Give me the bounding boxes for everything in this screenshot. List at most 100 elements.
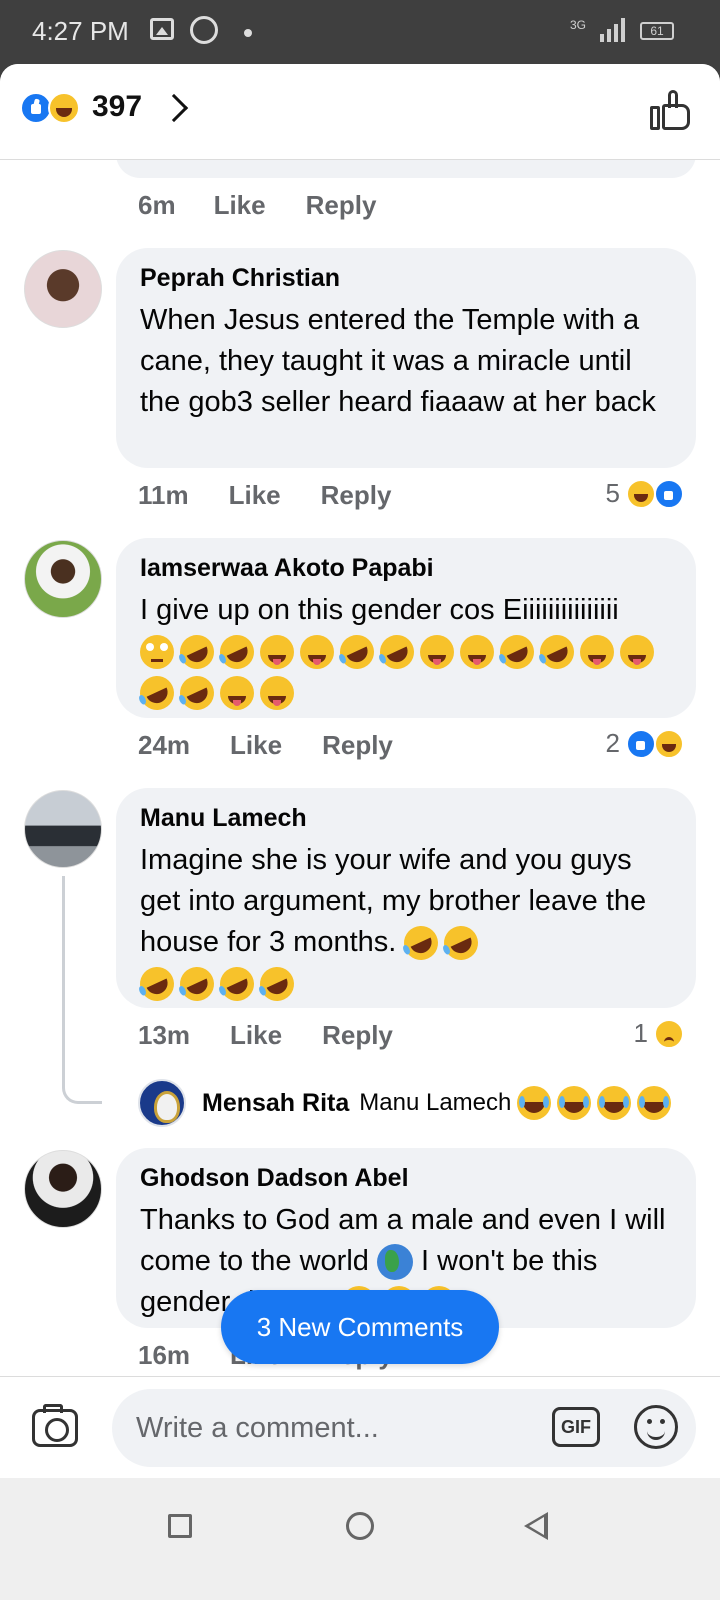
emoji-picker-icon[interactable] — [634, 1405, 678, 1449]
emoji-row — [398, 920, 484, 966]
avatar[interactable] — [24, 1150, 102, 1228]
gif-icon[interactable]: GIF — [552, 1407, 600, 1447]
reply-button[interactable]: Reply — [322, 730, 393, 761]
rofl-emoji-icon — [214, 629, 260, 675]
squint-emoji-icon — [300, 635, 334, 670]
reply-thread-line — [62, 876, 102, 1104]
reactions-summary[interactable] — [20, 92, 88, 126]
recent-apps-icon[interactable] — [168, 1514, 192, 1538]
rofl-emoji-icon — [334, 629, 380, 675]
comment-time: 11m — [138, 480, 189, 510]
commenter-name[interactable]: Peprah Christian — [140, 262, 674, 294]
comment-bubble[interactable]: Manu Lamech Imagine she is your wife and… — [116, 788, 696, 1008]
joy-emoji-icon — [597, 1086, 632, 1120]
gallery-notification-icon — [150, 18, 174, 40]
home-icon[interactable] — [346, 1512, 374, 1540]
like-button[interactable]: Like — [229, 480, 281, 511]
thumbs-up-icon-finger — [668, 90, 678, 108]
reply-preview[interactable]: Mensah Rita Manu Lamech — [138, 1078, 677, 1128]
squint-emoji-icon — [460, 635, 494, 670]
comment-reactions[interactable]: 1 — [634, 1018, 684, 1049]
like-icon — [654, 478, 684, 509]
reply-button[interactable]: Reply — [321, 480, 392, 511]
new-comments-button[interactable]: 3 New Comments — [221, 1290, 499, 1364]
rofl-emoji-icon — [214, 961, 260, 1007]
chevron-right-icon[interactable] — [159, 93, 189, 123]
like-button[interactable]: Like — [214, 190, 266, 221]
like-button[interactable]: Like — [230, 1020, 282, 1051]
rofl-emoji-icon — [134, 670, 180, 716]
rofl-emoji-icon — [174, 629, 220, 675]
rofl-emoji-icon — [254, 961, 300, 1007]
rofl-emoji-icon — [134, 961, 180, 1007]
comment-text: I give up on this gender cos Eiiiiiiiiii… — [134, 590, 674, 716]
haha-icon — [654, 728, 684, 759]
commenter-name[interactable]: Iamserwaa Akoto Papabi — [140, 552, 674, 584]
comment-text-content: I give up on this gender cos Eiiiiiiiiii… — [140, 594, 619, 626]
comment-time: 6m — [138, 190, 176, 220]
reply-button[interactable]: Reply — [322, 1020, 393, 1051]
previous-comment-actions: 6m Like Reply — [138, 190, 376, 221]
squint-emoji-icon — [580, 635, 614, 670]
more-notifications-dot-icon — [244, 29, 252, 37]
rofl-emoji-icon — [174, 670, 220, 716]
comment-reaction-count: 5 — [605, 478, 620, 508]
rofl-emoji-icon — [398, 920, 444, 966]
comments-sheet: 397 6m Like Reply Peprah Christian When … — [0, 64, 720, 1504]
reply-button[interactable]: Reply — [306, 190, 377, 221]
comment-reactions[interactable]: 2 — [606, 728, 684, 759]
network-type: 3G — [570, 18, 587, 32]
comment-actions: 13m Like Reply — [138, 1020, 393, 1051]
rofl-emoji-icon — [438, 920, 484, 966]
comment-time: 24m — [138, 730, 191, 760]
commenter-name[interactable]: Ghodson Dadson Abel — [140, 1162, 674, 1194]
thumbs-up-icon — [650, 106, 660, 130]
sheet-header: 397 — [0, 64, 720, 160]
avatar[interactable] — [24, 540, 102, 618]
emoji-row — [134, 961, 300, 1007]
back-icon[interactable] — [524, 1512, 548, 1540]
reply-mention[interactable]: Manu Lamech — [359, 1089, 511, 1117]
squint-emoji-icon — [420, 635, 454, 670]
whatsapp-notification-icon — [190, 16, 218, 44]
rofl-emoji-icon — [494, 629, 540, 675]
emoji-row — [517, 1086, 677, 1120]
joy-emoji-icon — [637, 1086, 672, 1120]
comment-input[interactable] — [112, 1389, 696, 1467]
comment-reactions[interactable]: 5 — [606, 478, 684, 509]
emoji-row — [140, 629, 660, 675]
comment-time: 16m — [138, 1340, 191, 1370]
comment-time: 13m — [138, 1020, 191, 1050]
eyeroll-emoji-icon — [140, 635, 174, 670]
comments-feed[interactable]: 6m Like Reply Peprah Christian When Jesu… — [0, 160, 720, 1376]
avatar[interactable] — [24, 790, 102, 868]
commenter-name[interactable]: Manu Lamech — [140, 802, 674, 834]
comment-text-content: Imagine she is your wife and you guys ge… — [140, 844, 647, 958]
comment-text: When Jesus entered the Temple with a can… — [140, 304, 656, 418]
like-button[interactable]: Like — [230, 730, 282, 761]
avatar[interactable] — [24, 250, 102, 328]
globe-icon — [376, 1244, 413, 1281]
comment-bubble[interactable]: Peprah Christian When Jesus entered the … — [116, 248, 696, 468]
squint-emoji-icon — [260, 676, 294, 711]
rofl-emoji-icon — [174, 961, 220, 1007]
comment-text: Imagine she is your wife and you guys ge… — [134, 840, 674, 1007]
reply-author-name[interactable]: Mensah Rita — [202, 1089, 349, 1118]
squint-emoji-icon — [260, 635, 294, 670]
comment-bubble[interactable]: Iamserwaa Akoto Papabi I give up on this… — [116, 538, 696, 718]
comment-reaction-count: 2 — [605, 728, 620, 758]
haha-reaction-icon — [48, 92, 80, 124]
rofl-emoji-icon — [374, 629, 420, 675]
avatar[interactable] — [138, 1079, 186, 1127]
squint-emoji-icon — [220, 676, 254, 711]
previous-comment-bubble[interactable] — [116, 160, 696, 178]
status-bar: 4:27 PM 3G 61 — [0, 0, 720, 64]
joy-emoji-icon — [517, 1086, 552, 1120]
like-post-button[interactable] — [650, 90, 694, 132]
system-navigation-bar — [0, 1478, 720, 1600]
comment-reaction-count: 1 — [633, 1018, 648, 1048]
reaction-count[interactable]: 397 — [92, 90, 142, 124]
comment-composer: GIF — [0, 1376, 720, 1478]
camera-icon[interactable] — [32, 1404, 78, 1447]
emoji-row — [134, 670, 300, 716]
